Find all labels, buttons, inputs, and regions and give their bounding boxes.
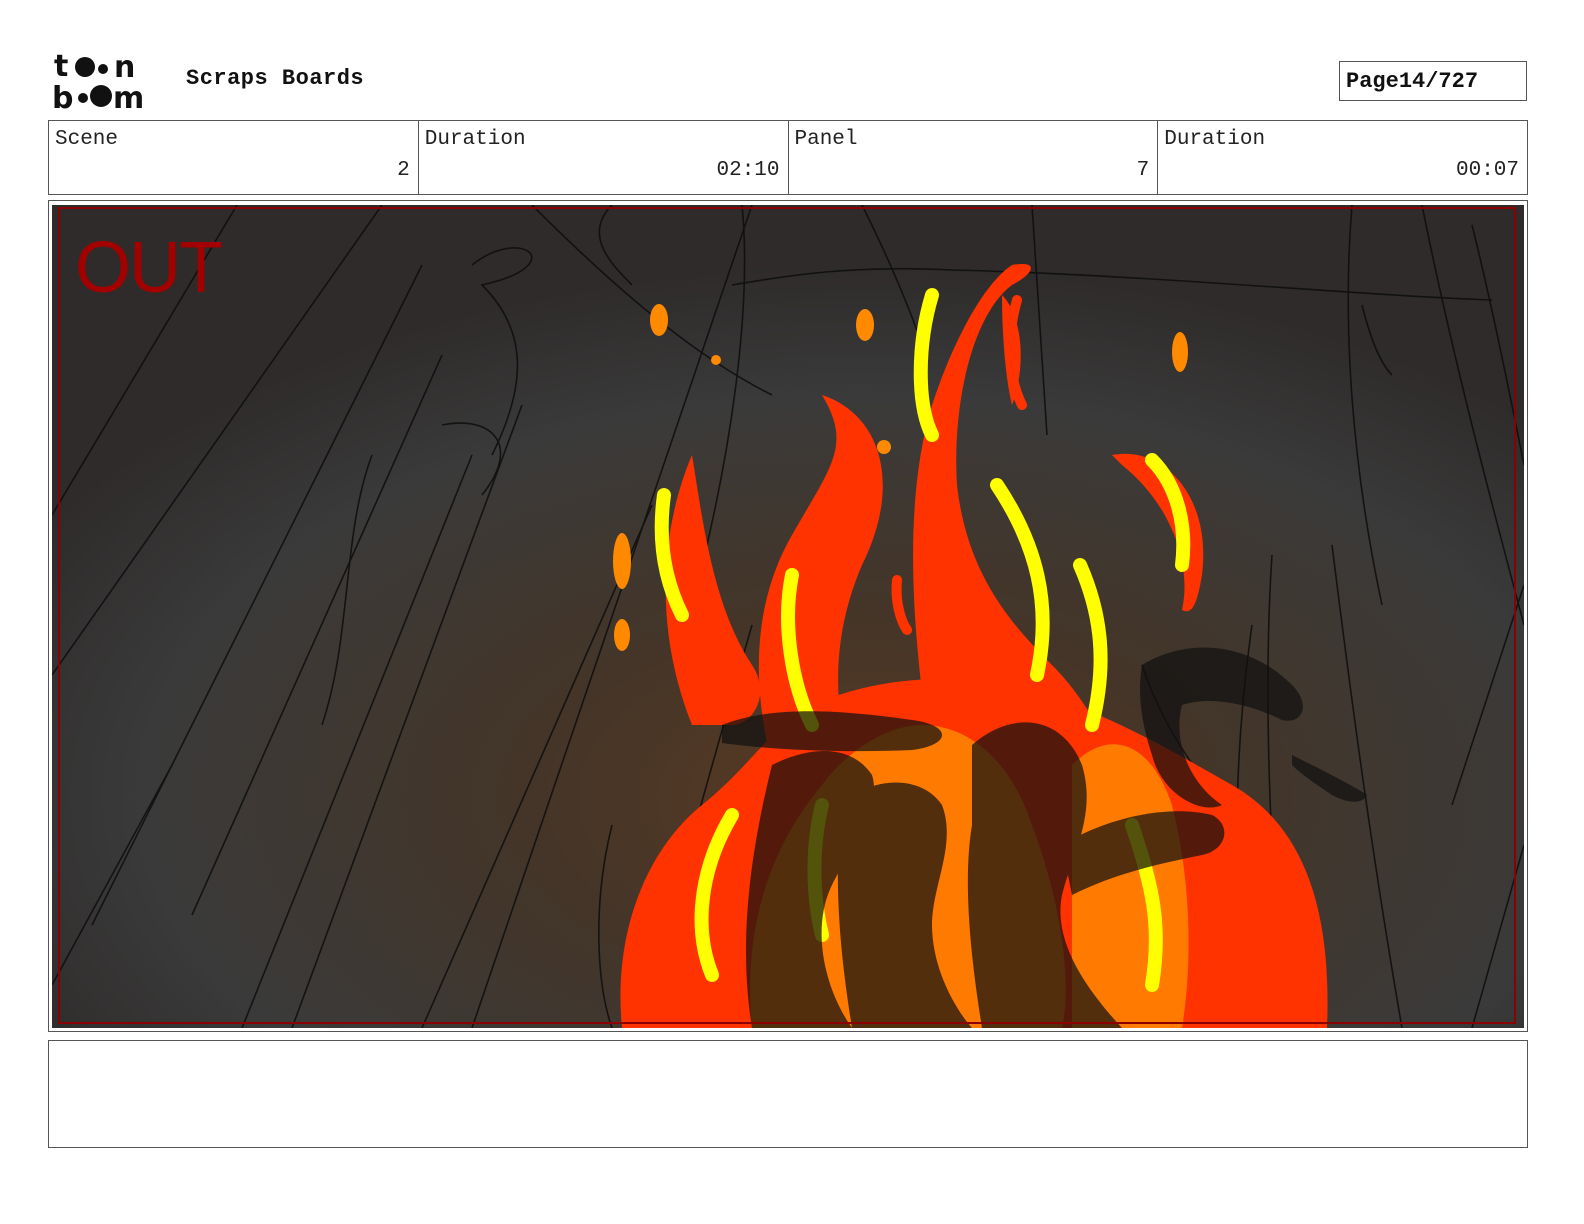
svg-text:b: b (52, 81, 73, 112)
panel-cell: Panel 7 (789, 121, 1159, 194)
panel-value: 7 (1136, 159, 1150, 182)
page-value: 14/727 (1398, 68, 1479, 94)
out-overlay-label: OUT (75, 228, 223, 308)
panel-label: Panel (794, 128, 858, 151)
storyboard-panel-image (52, 205, 1524, 1028)
scene-cell: Scene 2 (49, 121, 419, 194)
scene-info-table: Scene 2 Duration 02:10 Panel 7 Duration … (48, 120, 1528, 195)
svg-text:n: n (114, 50, 135, 85)
panel-duration-value: 00:07 (1455, 159, 1519, 182)
panel-notes-box (48, 1040, 1528, 1148)
toonboom-logo: t n b m (50, 49, 164, 116)
scene-duration-value: 02:10 (716, 159, 780, 182)
scene-duration-cell: Duration 02:10 (419, 121, 789, 194)
panel-duration-cell: Duration 00:07 (1158, 121, 1527, 194)
document-title: Scraps Boards (186, 66, 365, 91)
svg-text:t: t (54, 50, 68, 84)
page-indicator: Page 14/727 (1339, 61, 1527, 101)
scene-label: Scene (55, 128, 119, 151)
page-label: Page (1346, 68, 1399, 94)
svg-text:m: m (113, 81, 144, 112)
scene-value: 2 (397, 159, 410, 182)
panel-duration-label: Duration (1164, 128, 1266, 151)
scene-duration-label: Duration (424, 128, 526, 151)
